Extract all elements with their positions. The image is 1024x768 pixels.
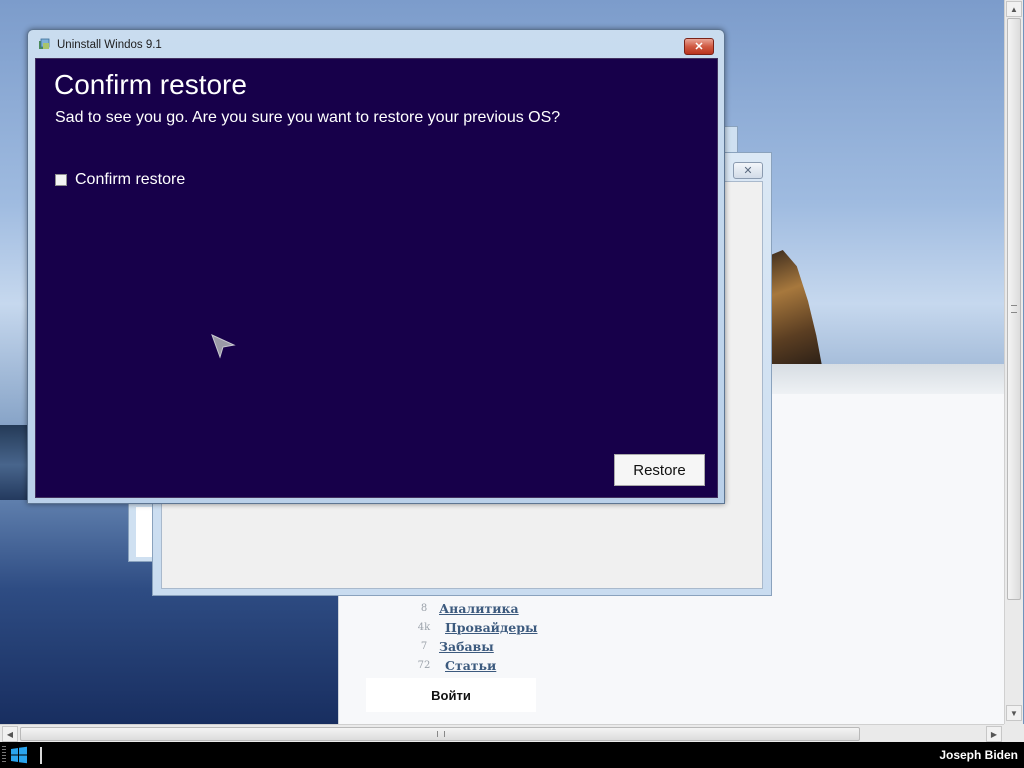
- wallpaper-rock: [766, 250, 822, 366]
- cursor-arrow-icon: [211, 334, 236, 359]
- menu-item: 8 Аналитика: [409, 599, 609, 618]
- dialog-subtitle: Sad to see you go. Are you sure you want…: [55, 109, 561, 126]
- confirm-restore-option[interactable]: Confirm restore: [55, 171, 185, 189]
- horizontal-scroll-thumb[interactable]: [20, 727, 860, 741]
- dialog-heading: Confirm restore: [54, 69, 247, 100]
- menu-link-analytics[interactable]: Аналитика: [439, 601, 519, 616]
- menu-link-fun[interactable]: Забавы: [439, 639, 494, 654]
- wallpaper-shore: [0, 425, 30, 505]
- menu-item-count: 7: [420, 641, 428, 652]
- scroll-down-arrow-icon[interactable]: ▼: [1006, 705, 1022, 721]
- menu-item: 72 Статьи: [409, 656, 609, 675]
- dialog-content: Confirm restore Sad to see you go. Are y…: [35, 58, 718, 498]
- scrollbar-corner: [1004, 724, 1024, 742]
- menu-item-count: 72: [417, 660, 431, 671]
- login-button[interactable]: Войти: [366, 678, 536, 712]
- scroll-right-arrow-icon[interactable]: ▶: [986, 726, 1002, 742]
- taskbar-separator: [40, 747, 42, 764]
- scroll-grip-icon: [437, 731, 445, 737]
- menu-item-count: 4k: [417, 622, 431, 633]
- menu-link-articles[interactable]: Статьи: [445, 658, 496, 673]
- uninstall-dialog: Uninstall Windos 9.1 ✕ Confirm restore S…: [27, 29, 725, 504]
- taskbar-user-name: Joseph Biden: [939, 748, 1018, 762]
- dialog-title: Uninstall Windos 9.1: [57, 39, 162, 51]
- scroll-left-arrow-icon[interactable]: ◀: [2, 726, 18, 742]
- horizontal-scrollbar[interactable]: ◀ ▶: [0, 724, 1004, 743]
- taskbar: Joseph Biden: [0, 742, 1024, 768]
- vertical-scrollbar[interactable]: ▲ ▼: [1004, 0, 1023, 724]
- menu-item: 7 Забавы: [409, 637, 609, 656]
- menu-item-count: 8: [420, 603, 428, 614]
- restore-button[interactable]: Restore: [614, 454, 705, 486]
- dialog-close-button[interactable]: ✕: [684, 38, 714, 55]
- windows-logo-icon[interactable]: [10, 746, 28, 764]
- menu-link-providers[interactable]: Провайдеры: [445, 620, 538, 635]
- scroll-grip-icon: [1011, 305, 1017, 313]
- vertical-scroll-thumb[interactable]: [1007, 18, 1021, 600]
- dialog-titlebar[interactable]: Uninstall Windos 9.1 ✕: [28, 30, 724, 58]
- menu-item: 4k Провайдеры: [409, 618, 609, 637]
- scroll-up-arrow-icon[interactable]: ▲: [1006, 1, 1022, 17]
- background-window-close-button[interactable]: ✕: [733, 162, 763, 179]
- taskbar-grip-icon: [2, 746, 6, 764]
- category-menu: 8 Аналитика 4k Провайдеры 7 Забавы 72 Ст…: [409, 599, 609, 675]
- confirm-restore-checkbox[interactable]: [55, 174, 67, 186]
- confirm-restore-label[interactable]: Confirm restore: [75, 171, 185, 189]
- app-icon: [39, 38, 50, 49]
